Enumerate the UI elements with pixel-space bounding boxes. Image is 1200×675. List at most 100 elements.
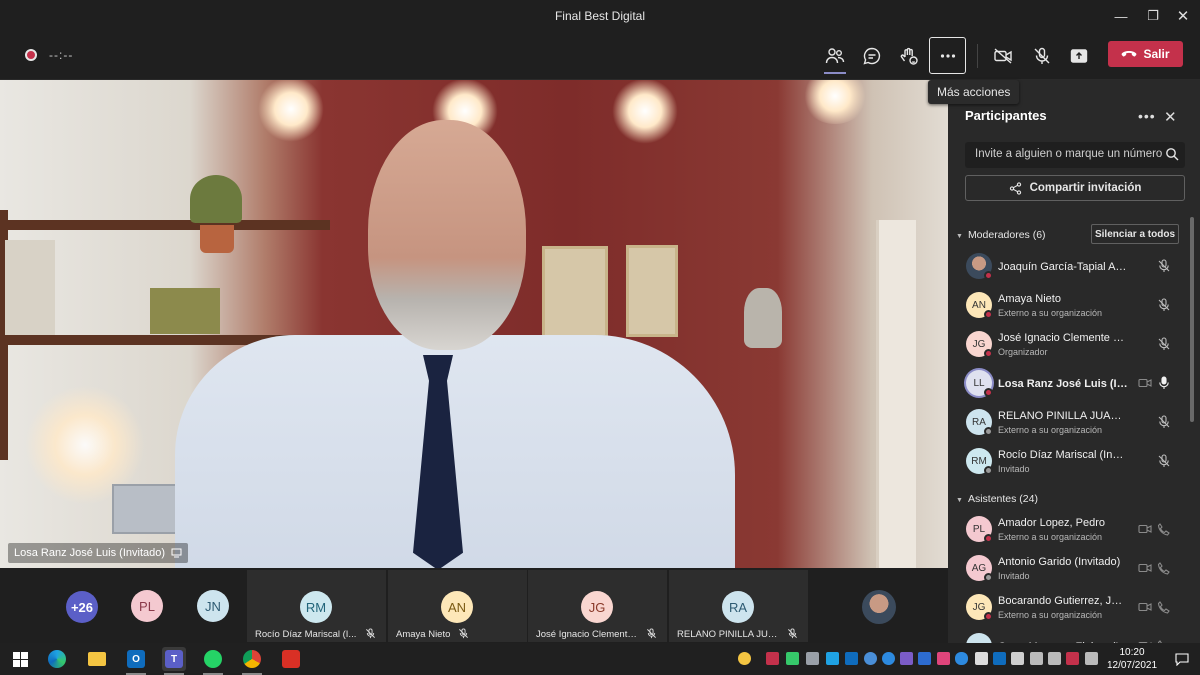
whatsapp-icon[interactable] (201, 647, 225, 675)
mic-muted-icon (459, 628, 468, 639)
laptop (112, 484, 182, 534)
participant-row[interactable]: RMRocío Díaz Mariscal (Invitado)Invitado (948, 442, 1188, 482)
reactions-button[interactable] (891, 38, 927, 74)
tray-icon[interactable] (766, 652, 779, 665)
presence-status-icon (984, 612, 993, 621)
gallery-tile[interactable]: RA RELANO PINILLA JUA... (669, 570, 808, 642)
tile-avatar: RM (300, 591, 332, 623)
participants-button[interactable] (817, 38, 853, 74)
mic-muted-icon[interactable] (1157, 259, 1171, 273)
tray-icon[interactable] (806, 652, 819, 665)
plant (190, 175, 242, 223)
moderators-header-label: Moderadores (6) (967, 229, 1046, 241)
participant-name: Joaquín García-Tapial Arregui (998, 261, 1128, 273)
camera-button[interactable] (985, 38, 1021, 74)
participant-role: Externo a su organización (998, 308, 1103, 318)
screen-share-icon (1138, 376, 1152, 390)
chrome-icon[interactable] (240, 647, 264, 675)
dropbox-icon[interactable] (918, 652, 931, 665)
battery-icon[interactable] (1085, 652, 1098, 665)
mic-muted-icon[interactable] (1157, 415, 1171, 429)
participant-row[interactable]: AN Amaya Nieto Externo a su organización (948, 286, 1188, 326)
ceiling-light (612, 80, 678, 144)
more-actions-button[interactable] (929, 37, 966, 74)
overflow-count[interactable]: +26 (66, 591, 98, 623)
leave-button[interactable]: Salir (1108, 41, 1183, 67)
outlook-icon[interactable]: O (124, 647, 148, 675)
participant-row[interactable]: Joaquín García-Tapial Arregui (948, 247, 1188, 287)
tray-icon[interactable] (1011, 652, 1024, 665)
self-video-avatar[interactable] (862, 590, 896, 624)
participant-row[interactable]: AG Antonio Garido (Invitado) Invitado (948, 549, 1188, 589)
tray-icon[interactable] (882, 652, 895, 665)
mic-on-icon[interactable] (1157, 376, 1171, 390)
mic-muted-icon (788, 628, 797, 639)
mic-muted-icon[interactable] (1157, 454, 1171, 468)
attendees-header[interactable]: ▼ Asistentes (24) (956, 493, 1038, 505)
onedrive-icon[interactable] (955, 652, 968, 665)
screen-share-icon (171, 548, 182, 558)
panel-close-icon[interactable]: ✕ (1164, 108, 1177, 126)
chat-button[interactable] (854, 38, 890, 74)
share-invite-button[interactable]: Compartir invitación (965, 175, 1185, 201)
books (150, 288, 220, 334)
participant-row[interactable]: PL Amador Lopez, Pedro Externo a su organi… (948, 510, 1188, 550)
microphone-button[interactable] (1024, 38, 1060, 74)
volume-icon[interactable] (1030, 652, 1043, 665)
camera-icon (1138, 600, 1152, 614)
tray-icon[interactable] (786, 652, 799, 665)
call-icon[interactable] (1157, 522, 1171, 536)
close-window-icon[interactable]: ✕ (1163, 0, 1200, 32)
main-video[interactable] (0, 80, 948, 568)
tray-icon[interactable] (937, 652, 950, 665)
mute-all-button[interactable]: Silenciar a todos (1091, 224, 1179, 244)
panel-more-icon[interactable]: ••• (1138, 108, 1156, 124)
mic-muted-icon[interactable] (1157, 298, 1171, 312)
panel-title: Participantes (965, 108, 1047, 123)
meeting-toolbar: --:-- Salir (0, 32, 1200, 80)
participant-row[interactable]: JG Bocarando Gutierrez, Jos... Externo a s… (948, 588, 1188, 628)
edge-icon[interactable] (45, 647, 69, 671)
participant-role: Organizador (998, 347, 1048, 357)
clock-date: 12/07/2021 (1106, 660, 1158, 671)
tray-icon[interactable] (845, 652, 858, 665)
gallery-tile[interactable]: JG José Ignacio Clemente... (528, 570, 667, 642)
notifications-icon[interactable] (1170, 647, 1194, 671)
file-explorer-icon[interactable] (85, 647, 109, 671)
taskbar-clock[interactable]: 10:20 12/07/2021 (1106, 646, 1158, 672)
tray-icon[interactable] (864, 652, 877, 665)
mic-muted-icon[interactable] (1157, 337, 1171, 351)
tray-icon[interactable] (975, 652, 988, 665)
invite-search-input[interactable]: Invite a alguien o marque un número (965, 142, 1185, 168)
network-icon[interactable] (1048, 652, 1061, 665)
recording-icon (25, 49, 37, 61)
call-icon[interactable] (1157, 561, 1171, 575)
tray-icon[interactable] (1066, 652, 1079, 665)
toolbar-divider (977, 44, 978, 68)
gallery-tile[interactable]: RM Rocío Díaz Mariscal (I... (247, 570, 386, 642)
gallery-avatar[interactable]: PL (131, 590, 163, 622)
tray-icon[interactable] (900, 652, 913, 665)
share-screen-button[interactable] (1061, 38, 1097, 74)
gallery-avatar[interactable]: JN (197, 590, 229, 622)
call-icon[interactable] (1157, 600, 1171, 614)
participant-row[interactable]: RARELANO PINILLA JUAN ANTO...Externo a s… (948, 403, 1188, 443)
participant-row[interactable]: JGJosé Ignacio Clemente Gonzál...Organiz… (948, 325, 1188, 365)
gallery-tile[interactable]: AN Amaya Nieto (388, 570, 527, 642)
acrobat-icon[interactable] (279, 647, 303, 671)
tray-icon[interactable] (826, 652, 839, 665)
plant-pot (200, 225, 234, 253)
door (876, 220, 916, 568)
tray-icon[interactable] (738, 652, 751, 665)
tile-name: RELANO PINILLA JUA... (677, 629, 781, 640)
participant-role: Externo a su organización (998, 425, 1103, 435)
windows-start-icon[interactable] (8, 647, 32, 671)
moderators-header[interactable]: ▼ Moderadores (6) (956, 229, 1046, 241)
presence-status-icon (984, 466, 993, 475)
panel-scrollbar[interactable] (1190, 217, 1194, 422)
tray-icon[interactable] (993, 652, 1006, 665)
tile-avatar: JG (581, 591, 613, 623)
teams-icon[interactable]: T (162, 647, 186, 675)
participant-row[interactable]: LL Losa Ranz José Luis (Invi... (948, 364, 1188, 404)
shelf (0, 220, 330, 230)
